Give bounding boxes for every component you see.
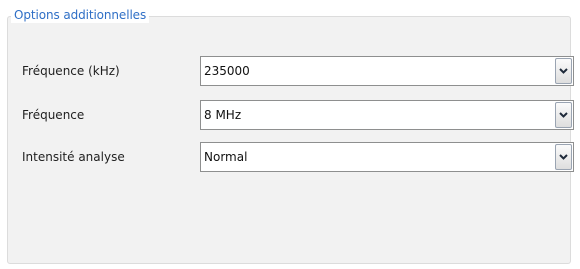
frequency-khz-select[interactable]: 235000 [200, 56, 574, 86]
options-groupbox [7, 16, 571, 264]
analysis-intensity-label: Intensité analyse [22, 150, 125, 164]
frequency-khz-dropdown-button[interactable] [555, 58, 572, 84]
frequency-select[interactable]: 8 MHz [200, 100, 574, 130]
frequency-khz-value: 235000 [204, 64, 250, 78]
chevron-down-icon [559, 68, 568, 74]
frequency-khz-label: Fréquence (kHz) [22, 64, 120, 78]
chevron-down-icon [559, 112, 568, 118]
groupbox-title: Options additionnelles [11, 7, 150, 23]
analysis-intensity-value: Normal [204, 150, 248, 164]
frequency-label: Fréquence [22, 108, 85, 122]
analysis-intensity-select[interactable]: Normal [200, 142, 574, 172]
frequency-dropdown-button[interactable] [555, 102, 572, 128]
chevron-down-icon [559, 154, 568, 160]
analysis-intensity-dropdown-button[interactable] [555, 144, 572, 170]
frequency-value: 8 MHz [204, 108, 242, 122]
